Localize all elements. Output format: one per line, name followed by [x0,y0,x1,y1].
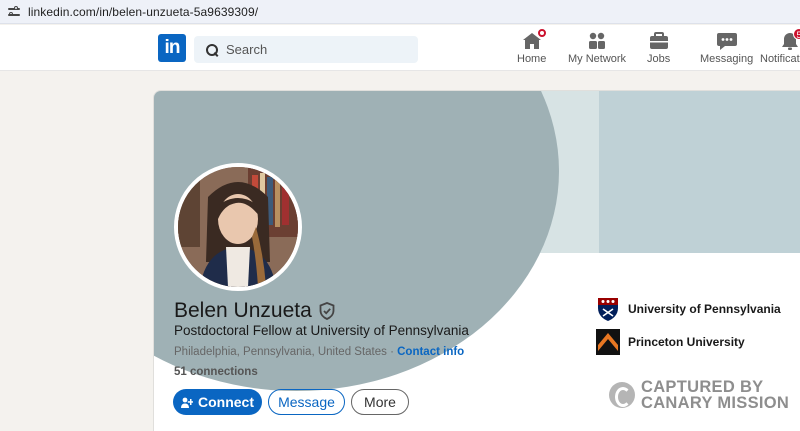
watermark-line-1: CAPTURED BY [641,378,764,396]
nav-my-network[interactable]: My Network [568,31,626,69]
profile-headline: Postdoctoral Fellow at University of Pen… [174,323,469,338]
nav-my-network-label: My Network [568,53,627,65]
message-button[interactable]: Message [268,389,345,415]
nav-home[interactable]: Home [517,28,547,69]
top-nav: in Home My Network Jobs Messaging 5 [0,25,800,71]
nav-jobs[interactable]: Jobs [647,31,670,69]
penn-shield-icon [596,296,620,322]
profile-location: Philadelphia, Pennsylvania, United State… [174,346,387,358]
education-item-penn[interactable]: University of Pennsylvania [596,296,781,322]
contact-info-link[interactable]: Contact info [397,346,464,358]
linkedin-logo[interactable]: in [158,34,186,62]
education-item-princeton[interactable]: Princeton University [596,329,745,355]
nav-notifications-label: Notifications [760,53,800,65]
watermark-line-2: CANARY MISSION [641,394,790,412]
home-icon [521,28,547,51]
briefcase-icon [648,31,670,51]
canary-mission-watermark: CAPTURED BY CANARY MISSION [609,379,789,411]
location-separator: · [386,346,398,358]
url-text[interactable]: linkedin.com/in/belen-unzueta-5a9639309/ [28,5,258,19]
princeton-chevron-icon [596,329,620,355]
education-name-penn: University of Pennsylvania [628,302,781,316]
profile-name: Belen Unzueta [174,299,335,323]
site-settings-icon[interactable] [7,5,21,19]
search-box[interactable] [194,36,418,63]
connections-text: 51 connections [174,366,258,378]
profile-location-line: Philadelphia, Pennsylvania, United State… [174,346,464,358]
nav-home-label: Home [517,53,547,65]
canary-mission-logo-icon [609,382,635,408]
nav-jobs-label: Jobs [647,53,671,65]
profile-name-text: Belen Unzueta [174,299,312,322]
bell-icon: 5 [779,28,800,51]
verified-shield-icon[interactable] [319,302,335,320]
search-icon [206,43,218,56]
profile-card: Belen Unzueta Postdoctoral Fellow at Uni… [153,90,800,431]
connect-button-label: Connect [198,394,254,410]
watermark-text: CAPTURED BY CANARY MISSION [641,378,790,412]
profile-photo[interactable] [174,163,302,291]
nav-messaging-label: Messaging [700,53,754,65]
nav-notifications[interactable]: 5 Notifications [760,28,800,69]
add-person-icon [181,396,194,408]
education-name-princeton: Princeton University [628,335,745,349]
nav-messaging[interactable]: Messaging [700,31,753,69]
address-bar[interactable]: linkedin.com/in/belen-unzueta-5a9639309/ [0,0,800,24]
connect-button[interactable]: Connect [173,389,262,415]
chat-icon [716,31,738,51]
more-button[interactable]: More [351,389,409,415]
notifications-count-badge: 5 [792,28,800,40]
network-icon [586,31,608,51]
home-notification-dot [536,28,547,38]
search-input[interactable] [226,42,406,57]
connections-count: 51 connections [174,366,258,378]
